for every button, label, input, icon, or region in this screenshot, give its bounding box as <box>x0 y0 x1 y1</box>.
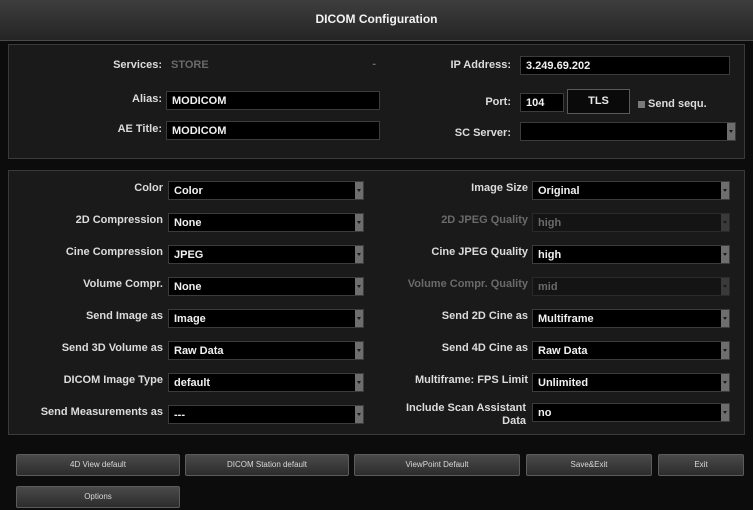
send-2d-cine-select[interactable]: Multiframe <box>532 309 730 328</box>
chevron-down-icon <box>721 246 729 263</box>
cine-jpeg-quality-value: high <box>538 249 562 261</box>
send-2d-cine-label: Send 2D Cine as <box>441 310 528 322</box>
ae-title-field[interactable]: MODICOM <box>166 121 380 140</box>
scan-assistant-value: no <box>538 407 552 419</box>
color-select[interactable]: Color <box>168 181 364 200</box>
cine-compression-value: JPEG <box>174 249 204 261</box>
sc-server-label: SC Server: <box>454 127 511 139</box>
compression-2d-label: 2D Compression <box>75 214 163 226</box>
send-3d-volume-label: Send 3D Volume as <box>61 342 163 354</box>
fps-limit-select[interactable]: Unlimited <box>532 373 730 392</box>
viewpoint-default-button[interactable]: ViewPoint Default <box>354 454 520 476</box>
settings-panel <box>8 170 745 435</box>
chevron-down-icon <box>721 404 729 421</box>
ip-address-label: IP Address: <box>450 59 511 71</box>
image-size-value: Original <box>538 185 580 197</box>
chevron-down-icon <box>721 214 729 231</box>
cine-jpeg-quality-label: Cine JPEG Quality <box>431 246 528 258</box>
send-measurements-label: Send Measurements as <box>40 406 163 418</box>
volume-compr-select[interactable]: None <box>168 277 364 296</box>
compression-2d-value: None <box>174 217 202 229</box>
dicom-station-default-button[interactable]: DICOM Station default <box>185 454 349 476</box>
port-label: Port: <box>485 96 511 108</box>
services-label: Services: <box>113 59 162 71</box>
send-image-as-label: Send Image as <box>85 310 163 322</box>
services-select[interactable]: STORE - <box>166 56 380 75</box>
chevron-down-icon <box>355 310 363 327</box>
dicom-image-type-value: default <box>174 377 211 389</box>
send-sequ-label: Send sequ. <box>648 98 707 110</box>
volume-compr-quality-label: Volume Compr. Quality <box>407 278 528 290</box>
ae-title-label: AE Title: <box>117 123 162 135</box>
send-4d-cine-label: Send 4D Cine as <box>441 342 528 354</box>
chevron-down-icon <box>355 342 363 359</box>
chevron-down-icon <box>721 278 729 295</box>
dicom-image-type-label: DICOM Image Type <box>63 374 163 386</box>
send-image-as-select[interactable]: Image <box>168 309 364 328</box>
image-size-select[interactable]: Original <box>532 181 730 200</box>
4d-view-default-button[interactable]: 4D View default <box>16 454 180 476</box>
port-field[interactable]: 104 <box>520 93 564 112</box>
window-title: DICOM Configuration <box>315 12 438 26</box>
cine-compression-select[interactable]: JPEG <box>168 245 364 264</box>
chevron-down-icon <box>355 278 363 295</box>
jpeg-quality-2d-label: 2D JPEG Quality <box>441 214 528 226</box>
send-4d-cine-value: Raw Data <box>538 345 588 357</box>
services-value: STORE <box>171 59 209 71</box>
chevron-down-icon <box>721 310 729 327</box>
send-measurements-select[interactable]: --- <box>168 405 364 424</box>
jpeg-quality-2d-value: high <box>538 217 562 229</box>
chevron-down-icon <box>355 182 363 199</box>
scan-assistant-select[interactable]: no <box>532 403 730 422</box>
exit-button[interactable]: Exit <box>658 454 744 476</box>
fps-limit-value: Unlimited <box>538 377 589 389</box>
chevron-down-icon <box>355 406 363 423</box>
chevron-down-icon <box>727 123 735 140</box>
volume-compr-quality-value: mid <box>538 281 558 293</box>
chevron-down-icon <box>355 246 363 263</box>
cine-compression-label: Cine Compression <box>65 246 163 258</box>
alias-label: Alias: <box>132 93 162 105</box>
chevron-down-icon <box>721 182 729 199</box>
send-measurements-value: --- <box>174 409 185 421</box>
send-3d-volume-value: Raw Data <box>174 345 224 357</box>
chevron-down-icon <box>721 342 729 359</box>
scan-assistant-label: Include Scan Assistant Data <box>405 402 526 427</box>
fps-limit-label: Multiframe: FPS Limit <box>414 374 528 386</box>
compression-2d-select[interactable]: None <box>168 213 364 232</box>
chevron-down-icon <box>721 374 729 391</box>
volume-compr-quality-select: mid <box>532 277 730 296</box>
send-image-as-value: Image <box>174 313 206 325</box>
volume-compr-value: None <box>174 281 202 293</box>
volume-compr-label: Volume Compr. <box>83 278 163 290</box>
ip-address-field[interactable]: 3.249.69.202 <box>520 56 730 75</box>
alias-field[interactable]: MODICOM <box>166 91 380 110</box>
save-exit-button[interactable]: Save&Exit <box>526 454 652 476</box>
jpeg-quality-2d-select: high <box>532 213 730 232</box>
chevron-down-icon: - <box>372 58 376 70</box>
send-3d-volume-select[interactable]: Raw Data <box>168 341 364 360</box>
options-button[interactable]: Options <box>16 486 180 508</box>
color-label: Color <box>134 182 163 194</box>
cine-jpeg-quality-select[interactable]: high <box>532 245 730 264</box>
image-size-label: Image Size <box>471 182 528 194</box>
send-4d-cine-select[interactable]: Raw Data <box>532 341 730 360</box>
sc-server-select[interactable] <box>520 122 736 141</box>
send-2d-cine-value: Multiframe <box>538 313 594 325</box>
color-value: Color <box>174 185 203 197</box>
dicom-image-type-select[interactable]: default <box>168 373 364 392</box>
chevron-down-icon <box>355 374 363 391</box>
tls-button[interactable]: TLS <box>567 89 630 114</box>
checkbox-icon[interactable] <box>638 101 645 108</box>
title-bar: DICOM Configuration <box>0 0 753 41</box>
chevron-down-icon <box>355 214 363 231</box>
